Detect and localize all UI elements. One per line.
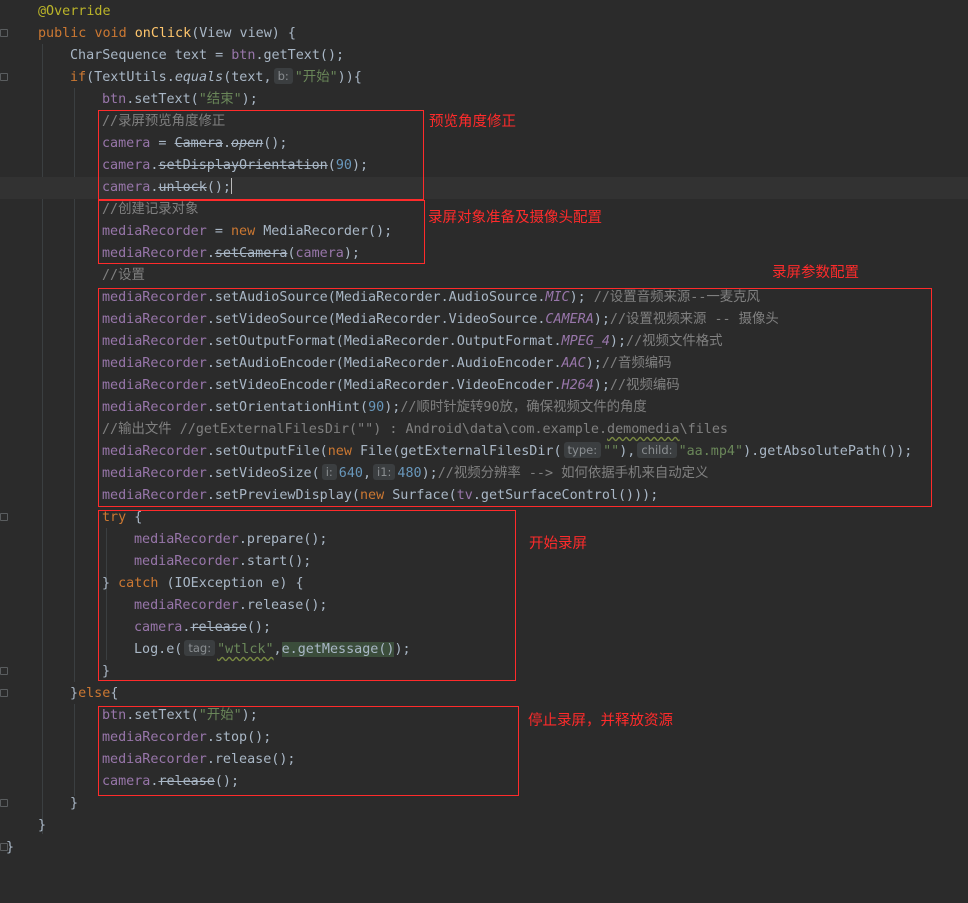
code-line[interactable]: public void onClick(View view) { [0, 23, 968, 45]
declaration: CharSequence text = [70, 48, 232, 63]
code-text: { [110, 686, 119, 701]
preview-annotation-box [98, 110, 424, 200]
code-text: ); [241, 92, 258, 107]
preview-annotation-label: 预览角度修正 [429, 114, 516, 130]
start-annotation-label: 开始录屏 [529, 536, 587, 552]
code-line[interactable]: btn.setText("结束"); [0, 89, 968, 111]
code-text: (text, [223, 70, 272, 85]
string-literal: "开始" [294, 70, 338, 85]
keyword: void [94, 26, 127, 41]
stop-annotation-box [98, 706, 519, 796]
closing-brace: } [70, 686, 79, 701]
call: .getText(); [255, 48, 345, 63]
comment: //设置 [102, 268, 145, 283]
annotation-text: @Override [38, 4, 111, 19]
code-line[interactable]: }else{ [0, 683, 968, 705]
params-annotation-box [98, 288, 932, 507]
method-name: onClick [134, 26, 192, 41]
field-ref: btn [231, 48, 256, 63]
closing-brace: } [38, 818, 47, 833]
code-line[interactable]: } [0, 815, 968, 837]
code-line[interactable]: CharSequence text = btn.getText(); [0, 45, 968, 67]
recorder-annotation-box [98, 200, 425, 264]
code-line[interactable]: } [0, 837, 968, 859]
stop-annotation-label: 停止录屏，并释放资源 [528, 713, 673, 729]
start-annotation-box [98, 510, 516, 681]
params-annotation-label: 录屏参数配置 [772, 265, 859, 281]
params: (View view) { [191, 26, 296, 41]
keyword: if [70, 70, 87, 85]
code-editor[interactable]: @Override public void onClick(View view)… [0, 0, 968, 866]
param-hint: b: [273, 68, 293, 84]
code-text: (TextUtils. [86, 70, 175, 85]
keyword: else [78, 686, 111, 701]
code-line[interactable]: if(TextUtils.equals(text, b: "开始")){ [0, 67, 968, 89]
keyword: public [38, 26, 87, 41]
static-method: equals [174, 70, 224, 85]
code-text: )){ [337, 70, 362, 85]
field-ref: btn [102, 92, 127, 107]
code-line[interactable]: } [0, 793, 968, 815]
closing-brace: } [70, 796, 79, 811]
code-text: .setText( [126, 92, 199, 107]
code-line[interactable]: @Override [0, 1, 968, 23]
string-literal: "结束" [198, 92, 242, 107]
closing-brace: } [6, 840, 15, 855]
recorder-annotation-label: 录屏对象准备及摄像头配置 [428, 210, 602, 226]
